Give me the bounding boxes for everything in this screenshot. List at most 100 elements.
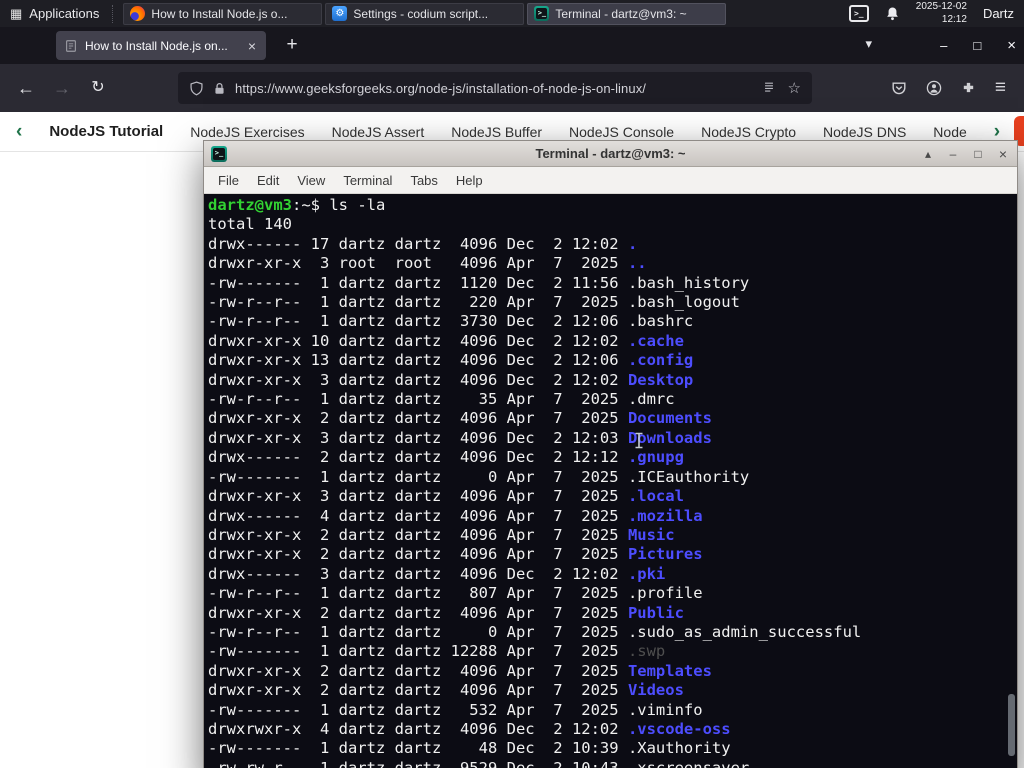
terminal-window-title: Terminal - dartz@vm3: ~	[535, 146, 686, 161]
user-menu[interactable]: Dartz	[983, 6, 1014, 21]
menu-help[interactable]: Help	[447, 173, 492, 188]
reader-mode-icon[interactable]	[762, 81, 776, 95]
listing-file-name: .Xauthority	[627, 739, 731, 758]
terminal-line: -rw-r--r-- 1 dartz dartz 3730 Dec 2 12:0…	[208, 312, 694, 331]
minimize-button[interactable]: –	[940, 38, 947, 53]
back-button[interactable]: ←	[12, 76, 40, 100]
maximize-button[interactable]: □	[973, 38, 981, 53]
prompt-path: :~$	[292, 196, 330, 214]
prompt-user: dartz@vm3	[208, 196, 292, 214]
browser-tab-active[interactable]: How to Install Node.js on... ×	[56, 31, 266, 60]
listing-directory-name: Videos	[627, 681, 684, 700]
terminal-line: drwx------ 17 dartz dartz 4096 Dec 2 12:…	[208, 234, 638, 253]
terminal-line: drwx------ 3 dartz dartz 4096 Dec 2 12:0…	[208, 564, 666, 583]
terminal-line: drwxr-xr-x 2 dartz dartz 4096 Apr 7 2025…	[208, 681, 684, 700]
hamburger-menu-icon[interactable]: ≡	[995, 77, 1006, 99]
nav-link[interactable]: NodeJS Exercises	[190, 124, 304, 140]
terminal-line: drwxr-xr-x 2 dartz dartz 4096 Apr 7 2025…	[208, 409, 712, 428]
notification-bell-icon[interactable]	[885, 6, 900, 21]
applications-menu-button[interactable]: ▦ Applications	[0, 0, 109, 27]
terminal-listing: drwx------ 17 dartz dartz 4096 Dec 2 12:…	[208, 235, 1017, 768]
forward-button[interactable]: →	[48, 76, 76, 100]
panel-separator	[112, 4, 117, 23]
browser-window-controls: – □ ×	[940, 27, 1016, 64]
listing-directory-name: .config	[627, 351, 694, 370]
close-button[interactable]: ×	[996, 146, 1010, 162]
listing-file-name: .profile	[627, 584, 703, 603]
listing-directory-name: .pki	[627, 564, 666, 583]
nav-link[interactable]: NodeJS Console	[569, 124, 674, 140]
terminal-output[interactable]: dartz@vm3:~$ ls -la total 140 drwx------…	[204, 194, 1017, 768]
panel-clock[interactable]: 2025-12-02 12:12	[916, 1, 967, 26]
reload-button[interactable]: ↻	[84, 76, 112, 100]
terminal-line: -rw-r--r-- 1 dartz dartz 0 Apr 7 2025 .s…	[208, 622, 862, 641]
tray-terminal-icon[interactable]: >_	[848, 5, 869, 22]
terminal-line: -rw------- 1 dartz dartz 1120 Dec 2 11:5…	[208, 273, 750, 292]
terminal-line: drwx------ 2 dartz dartz 4096 Dec 2 12:1…	[208, 448, 684, 467]
minimize-button[interactable]: –	[946, 147, 960, 161]
terminal-line: drwxr-xr-x 3 dartz dartz 4096 Apr 7 2025…	[208, 487, 684, 506]
listing-directory-name: Pictures	[627, 545, 703, 564]
bookmark-star-icon[interactable]: ☆	[788, 79, 801, 97]
firefox-icon	[130, 6, 146, 21]
command-text: ls -la	[329, 196, 386, 214]
menu-view[interactable]: View	[288, 173, 334, 188]
extensions-icon[interactable]	[961, 81, 976, 96]
terminal-icon	[534, 6, 550, 21]
nav-link-tutorial[interactable]: NodeJS Tutorial	[49, 123, 163, 140]
terminal-line: drwxr-xr-x 3 root root 4096 Apr 7 2025 .…	[208, 254, 647, 273]
close-button[interactable]: ×	[1007, 37, 1016, 54]
account-icon[interactable]	[926, 80, 942, 96]
pocket-icon[interactable]	[891, 80, 907, 96]
nav-scroll-right-icon[interactable]: ›	[994, 122, 1000, 141]
list-all-tabs-icon[interactable]: ▾	[865, 36, 872, 52]
terminal-line: drwxr-xr-x 2 dartz dartz 4096 Apr 7 2025…	[208, 661, 712, 680]
listing-directory-name: Templates	[627, 661, 712, 680]
menu-terminal[interactable]: Terminal	[334, 173, 401, 188]
terminal-line: drwxr-xr-x 2 dartz dartz 4096 Apr 7 2025…	[208, 545, 703, 564]
taskbar-item-label: How to Install Node.js o...	[151, 6, 288, 21]
taskbar-item-terminal[interactable]: Terminal - dartz@vm3: ~	[527, 2, 727, 25]
listing-directory-name: Public	[627, 603, 684, 622]
nav-link[interactable]: NodeJS Assert	[332, 124, 425, 140]
listing-directory-name: .mozilla	[627, 506, 703, 525]
new-tab-button[interactable]: +	[280, 34, 304, 56]
taskbar-item-firefox[interactable]: How to Install Node.js o...	[123, 2, 323, 25]
listing-directory-name: .cache	[627, 331, 684, 350]
terminal-line: -rw------- 1 dartz dartz 48 Dec 2 10:39 …	[208, 739, 731, 758]
terminal-line: drwxr-xr-x 3 dartz dartz 4096 Dec 2 12:0…	[208, 370, 694, 389]
nav-scroll-left-icon[interactable]: ‹	[16, 122, 22, 141]
menu-file[interactable]: File	[209, 173, 248, 188]
terminal-total-line: total 140	[208, 215, 292, 234]
terminal-line: drwxr-xr-x 2 dartz dartz 4096 Apr 7 2025…	[208, 525, 675, 544]
tab-close-icon[interactable]: ×	[246, 38, 258, 54]
text-cursor-pointer	[634, 432, 644, 454]
terminal-line: drwx------ 4 dartz dartz 4096 Apr 7 2025…	[208, 506, 703, 525]
taskbar-item-label: Terminal - dartz@vm3: ~	[555, 6, 687, 21]
terminal-line: drwxrwxr-x 4 dartz dartz 4096 Dec 2 12:0…	[208, 719, 731, 738]
terminal-scrollbar-thumb[interactable]	[1008, 694, 1015, 756]
tracking-shield-icon[interactable]	[189, 80, 204, 96]
nav-link[interactable]: NodeJS Crypto	[701, 124, 796, 140]
padlock-icon[interactable]	[213, 82, 226, 95]
terminal-line: drwxr-xr-x 2 dartz dartz 4096 Apr 7 2025…	[208, 603, 684, 622]
listing-file-name: .xscreensaver	[627, 758, 750, 768]
nav-link[interactable]: NodeJS DNS	[823, 124, 906, 140]
terminal-line: -rw------- 1 dartz dartz 532 Apr 7 2025 …	[208, 700, 703, 719]
menu-edit[interactable]: Edit	[248, 173, 288, 188]
nav-link[interactable]: Node	[933, 124, 966, 140]
terminal-line: drwxr-xr-x 10 dartz dartz 4096 Dec 2 12:…	[208, 331, 684, 350]
shade-button[interactable]: ▴	[921, 147, 935, 161]
listing-file-name: .bashrc	[627, 312, 694, 331]
menu-tabs[interactable]: Tabs	[401, 173, 446, 188]
listing-file-name: .bash_history	[627, 273, 750, 292]
maximize-button[interactable]: □	[971, 147, 985, 161]
listing-file-name: .dmrc	[627, 390, 675, 409]
browser-nav-toolbar: ← → ↻ https://www.geeksforgeeks.org/node…	[0, 64, 1024, 146]
url-text[interactable]: https://www.geeksforgeeks.org/node-js/in…	[235, 81, 753, 96]
listing-file-name: .swp	[627, 642, 666, 661]
url-bar[interactable]: https://www.geeksforgeeks.org/node-js/in…	[178, 72, 812, 104]
nav-link[interactable]: NodeJS Buffer	[451, 124, 542, 140]
terminal-titlebar[interactable]: Terminal - dartz@vm3: ~ ▴ – □ ×	[204, 141, 1017, 167]
taskbar-item-settings[interactable]: ⚙ Settings - codium script...	[325, 2, 525, 25]
